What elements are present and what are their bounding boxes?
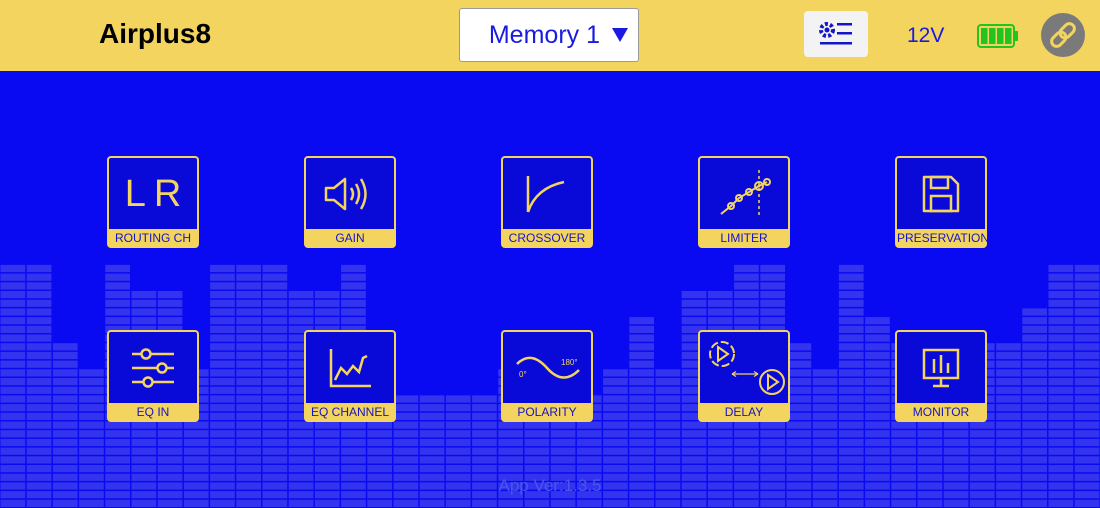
limiter-curve-icon [720,170,771,218]
save-icon [922,175,960,213]
crossover-curve-icon [526,176,565,213]
tile-label: EQ CHANNEL [306,403,394,420]
sliders-icon [132,348,174,388]
preservation-button[interactable]: PRESERVATION [895,156,990,248]
voltage-readout: 12V [907,24,945,47]
monitor-icon [922,348,960,388]
limiter-button[interactable]: LIMITER [698,156,790,248]
memory-select-value: Memory 1 [488,20,600,49]
delay-button[interactable]: DELAY [698,330,790,422]
memory-select[interactable]: Memory 1 [459,8,639,62]
link-icon [1041,13,1085,57]
settings-list-icon [819,22,852,45]
eq-in-button[interactable]: EQ IN [107,330,199,422]
polarity-start-label: 0° [519,370,527,379]
app-version: App Ver:1.3.5 [498,476,602,495]
lr-icon: LR [124,172,190,215]
tile-label: LIMITER [700,229,788,246]
phase-wave-icon [516,356,580,379]
eq-graph-icon [329,349,371,388]
delay-play-icon [709,341,785,395]
eq-channel-button[interactable]: EQ CHANNEL [304,330,396,422]
equalizer-background [0,264,1100,507]
tile-label: PRESERVATION [897,229,990,246]
settings-button[interactable] [804,11,868,57]
crossover-button[interactable]: CROSSOVER [501,156,593,248]
connection-button[interactable] [1040,12,1086,63]
tile-label: DELAY [700,403,788,420]
tile-label: EQ IN [109,403,197,420]
battery-icon [977,24,1019,53]
speaker-icon [324,177,367,211]
tile-label: GAIN [306,229,394,246]
polarity-button[interactable]: 0° 180° POLARITY [501,330,593,422]
tile-label: CROSSOVER [503,229,591,246]
polarity-end-label: 180° [561,358,578,367]
gain-button[interactable]: GAIN [304,156,396,248]
app-title: Airplus8 [99,18,212,49]
tile-label: POLARITY [503,403,591,420]
tile-label: ROUTING CH [109,229,197,246]
routing-ch-button[interactable]: LR ROUTING CH [107,156,199,248]
chevron-down-icon [612,28,628,42]
monitor-button[interactable]: MONITOR [895,330,987,422]
tile-label: MONITOR [897,403,985,420]
top-bar: Airplus8 Memory 1 12V [0,0,1100,71]
